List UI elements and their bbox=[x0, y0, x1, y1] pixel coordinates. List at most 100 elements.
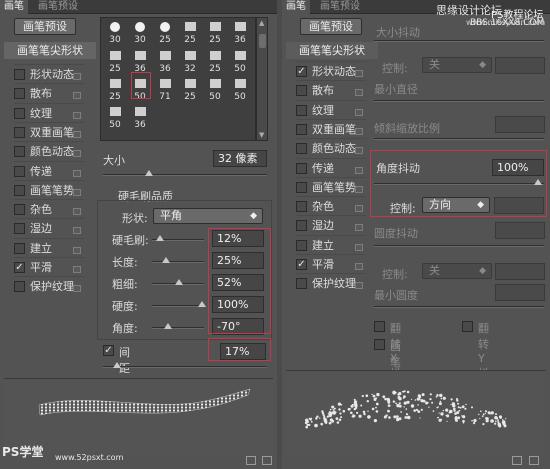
option-row[interactable]: 杂色 bbox=[14, 199, 84, 218]
option-checkbox[interactable] bbox=[14, 126, 25, 138]
option-row[interactable]: 湿边 bbox=[296, 215, 366, 234]
option-row[interactable]: 保护纹理 bbox=[296, 273, 366, 292]
option-checkbox[interactable]: ✓ bbox=[296, 259, 307, 270]
flip-y-checkbox[interactable] bbox=[462, 321, 473, 332]
brush-tip-cell[interactable]: 25 bbox=[103, 77, 127, 105]
option-checkbox[interactable] bbox=[14, 107, 25, 119]
size-slider-knob[interactable] bbox=[145, 170, 153, 176]
lock-icon[interactable] bbox=[72, 167, 81, 177]
scroll-down-icon[interactable]: ▼ bbox=[259, 131, 264, 139]
brush-tip-cell[interactable]: 32 bbox=[178, 49, 202, 77]
option-checkbox[interactable] bbox=[14, 184, 25, 196]
lock-icon[interactable] bbox=[354, 106, 363, 116]
option-row[interactable]: 双重画笔 bbox=[14, 121, 84, 141]
option-row[interactable]: 杂色 bbox=[296, 196, 366, 215]
brush-tip-cell[interactable]: 25 bbox=[178, 77, 202, 105]
brush-tip-shape-item-right[interactable]: 画笔笔尖形状 bbox=[286, 42, 378, 59]
min-roundness-slider[interactable] bbox=[374, 306, 544, 308]
lock-icon[interactable] bbox=[72, 89, 81, 100]
tab-brush-presets-right[interactable]: 画笔预设 bbox=[316, 0, 364, 14]
option-checkbox[interactable] bbox=[296, 104, 307, 116]
brush-presets-button[interactable]: 画笔预设 bbox=[14, 18, 76, 35]
brush-presets-button-right[interactable]: 画笔预设 bbox=[300, 18, 362, 35]
param-slider[interactable] bbox=[152, 301, 206, 307]
trash-icon[interactable] bbox=[262, 456, 272, 465]
option-row[interactable]: 传递 bbox=[296, 157, 366, 177]
param-slider-knob[interactable] bbox=[198, 301, 206, 307]
tab-brush-right[interactable]: 画笔 bbox=[282, 0, 310, 14]
option-row[interactable]: ✓ 形状动态 bbox=[296, 61, 366, 80]
flip-x-checkbox[interactable] bbox=[374, 321, 385, 332]
option-checkbox[interactable] bbox=[296, 201, 307, 213]
lock-icon[interactable] bbox=[72, 205, 81, 216]
option-checkbox[interactable] bbox=[14, 165, 25, 177]
param-slider-knob[interactable] bbox=[155, 235, 164, 241]
brush-tip-cell[interactable]: 36 bbox=[228, 20, 252, 48]
brush-tip-cell[interactable]: 25 bbox=[103, 49, 127, 77]
option-row[interactable]: 双重画笔 bbox=[296, 118, 366, 138]
param-slider[interactable] bbox=[152, 235, 204, 241]
new-brush-icon[interactable] bbox=[246, 456, 256, 465]
brush-tip-cell[interactable]: 50 bbox=[203, 77, 227, 105]
size-slider[interactable] bbox=[103, 170, 267, 176]
option-checkbox[interactable] bbox=[14, 204, 25, 216]
control1-select[interactable]: 关 ◆ bbox=[422, 57, 492, 73]
option-row[interactable]: 建立 bbox=[14, 237, 84, 257]
option-checkbox[interactable] bbox=[296, 220, 307, 232]
lock-icon[interactable] bbox=[354, 125, 363, 135]
brush-tip-cell[interactable]: 50 bbox=[228, 49, 252, 77]
option-checkbox[interactable] bbox=[14, 88, 25, 100]
option-row[interactable]: 湿边 bbox=[14, 218, 84, 237]
param-slider[interactable] bbox=[152, 279, 204, 285]
new-brush-icon-right[interactable] bbox=[512, 456, 522, 465]
trash-icon-right[interactable] bbox=[529, 456, 539, 465]
spacing-checkbox[interactable]: ✓ bbox=[103, 345, 114, 356]
lock-icon[interactable] bbox=[72, 70, 81, 80]
option-checkbox[interactable] bbox=[296, 239, 307, 251]
scroll-up-icon[interactable]: ▲ bbox=[259, 19, 264, 27]
lock-icon[interactable] bbox=[72, 186, 81, 196]
brush-grid-scrollbar[interactable]: ▲ ▼ bbox=[256, 17, 268, 141]
brush-tip-grid[interactable]: 30 30 25 25 25 36 25 36 36 32 25 50 25 50 71 25 50 50 50 36 bbox=[100, 17, 256, 141]
roundness-jitter-slider[interactable] bbox=[374, 245, 544, 247]
option-row[interactable]: 散布 bbox=[14, 83, 84, 102]
param-slider-knob[interactable] bbox=[162, 257, 170, 263]
option-checkbox[interactable] bbox=[296, 181, 307, 193]
brush-tip-cell[interactable]: 25 bbox=[203, 49, 227, 77]
control1-field[interactable] bbox=[495, 57, 545, 74]
option-row[interactable]: 建立 bbox=[296, 234, 366, 254]
lock-icon[interactable] bbox=[72, 282, 81, 293]
lock-icon[interactable] bbox=[72, 263, 81, 273]
lock-icon[interactable] bbox=[72, 224, 81, 235]
control2-select[interactable]: 方向 ◆ bbox=[422, 197, 490, 213]
param-slider[interactable] bbox=[152, 323, 204, 329]
option-checkbox[interactable] bbox=[14, 281, 25, 293]
tab-brush-presets[interactable]: 画笔预设 bbox=[34, 0, 82, 14]
min-diameter-slider[interactable] bbox=[374, 100, 544, 102]
option-row[interactable]: 纹理 bbox=[14, 102, 84, 122]
shape-select[interactable]: 平角 ◆ bbox=[153, 208, 263, 224]
option-row[interactable]: 传递 bbox=[14, 160, 84, 180]
option-row[interactable]: 散布 bbox=[296, 80, 366, 99]
lock-icon[interactable] bbox=[354, 183, 363, 193]
lock-icon[interactable] bbox=[354, 67, 363, 77]
tilt-scale-field[interactable] bbox=[495, 116, 545, 133]
brush-tip-cell[interactable]: 50 bbox=[228, 77, 252, 105]
lock-icon[interactable] bbox=[72, 244, 81, 254]
brush-tip-cell[interactable]: 71 bbox=[153, 77, 177, 105]
option-row[interactable]: 画笔笔势 bbox=[296, 176, 366, 196]
option-row[interactable]: 画笔笔势 bbox=[14, 179, 84, 199]
angle-jitter-knob[interactable] bbox=[534, 179, 542, 185]
spacing-slider-knob[interactable] bbox=[113, 362, 121, 368]
option-row[interactable]: ✓ 平滑 bbox=[296, 254, 366, 273]
brush-tip-cell[interactable]: 50 bbox=[103, 105, 127, 133]
lock-icon[interactable] bbox=[354, 164, 363, 174]
param-slider-knob[interactable] bbox=[174, 279, 183, 285]
lock-icon[interactable] bbox=[354, 86, 363, 97]
option-checkbox[interactable] bbox=[296, 123, 307, 135]
size-jitter-slider[interactable] bbox=[374, 40, 544, 42]
option-checkbox[interactable]: ✓ bbox=[296, 66, 307, 77]
option-checkbox[interactable] bbox=[296, 143, 307, 155]
lock-icon[interactable] bbox=[354, 221, 363, 232]
lock-icon[interactable] bbox=[354, 241, 363, 251]
